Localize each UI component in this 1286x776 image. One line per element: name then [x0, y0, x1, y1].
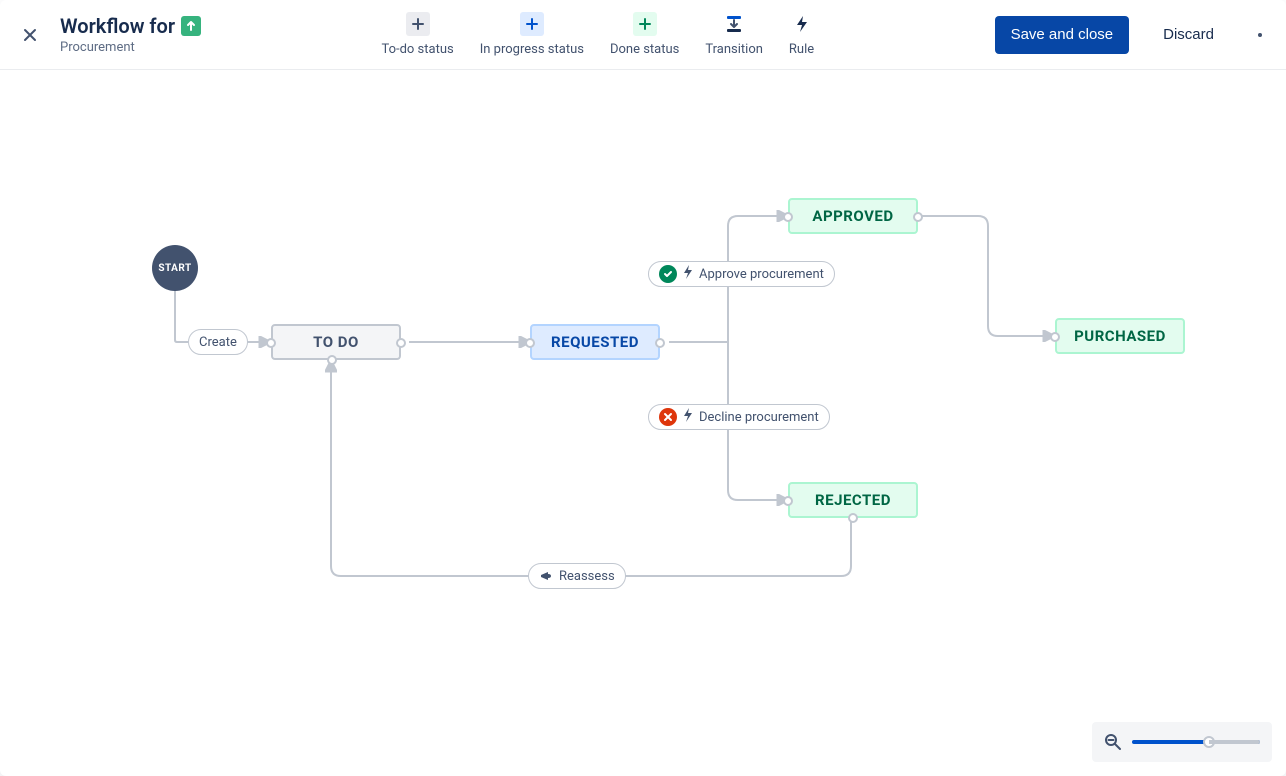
port-icon — [848, 513, 858, 523]
more-menu[interactable] — [1248, 23, 1272, 47]
port-icon — [525, 338, 535, 348]
port-icon — [327, 355, 337, 365]
port-icon — [913, 212, 923, 222]
megaphone-icon — [539, 569, 553, 583]
save-button[interactable]: Save and close — [995, 16, 1130, 54]
status-purchased-label: PURCHASED — [1074, 327, 1166, 345]
page-subtitle: Procurement — [60, 40, 201, 55]
lightning-icon — [683, 265, 693, 283]
dot-icon — [1258, 33, 1262, 37]
zoom-out-icon[interactable] — [1104, 733, 1122, 751]
port-icon — [783, 496, 793, 506]
status-rejected[interactable]: REJECTED — [788, 482, 918, 518]
zoom-control — [1092, 722, 1272, 762]
transition-reassess[interactable]: Reassess — [528, 563, 626, 589]
transition-decline[interactable]: Decline procurement — [648, 404, 830, 430]
page-title: Workflow for — [60, 14, 175, 38]
transition-approve[interactable]: Approve procurement — [648, 261, 835, 287]
add-rule-label: Rule — [789, 42, 814, 57]
add-rule[interactable]: Rule — [789, 12, 814, 57]
transition-icon — [722, 12, 746, 36]
transition-create[interactable]: Create — [188, 329, 248, 355]
status-requested-label: REQUESTED — [551, 333, 639, 351]
success-circle-icon — [659, 265, 677, 283]
close-icon — [22, 27, 38, 43]
start-node[interactable]: START — [152, 245, 198, 291]
discard-button[interactable]: Discard — [1147, 16, 1230, 54]
editor-toolbar: To-do status In progress status Done sta… — [201, 12, 995, 57]
status-requested[interactable]: REQUESTED — [530, 324, 660, 360]
editor-header: Workflow for Procurement To-do status In… — [0, 0, 1286, 70]
add-done-label: Done status — [610, 42, 679, 57]
add-transition-label: Transition — [705, 42, 763, 57]
add-todo-label: To-do status — [381, 42, 453, 57]
plus-icon — [633, 12, 657, 36]
port-icon — [396, 338, 406, 348]
workflow-canvas[interactable]: START Create TO DO REQUESTED APPROVED RE… — [0, 70, 1286, 776]
zoom-slider[interactable] — [1132, 740, 1260, 744]
add-inprogress-status[interactable]: In progress status — [480, 12, 584, 57]
port-icon — [1050, 332, 1060, 342]
add-inprogress-label: In progress status — [480, 42, 584, 57]
status-purchased[interactable]: PURCHASED — [1055, 318, 1185, 354]
status-approved-label: APPROVED — [812, 207, 893, 225]
status-todo[interactable]: TO DO — [271, 324, 401, 360]
workflow-edges — [0, 70, 1286, 776]
close-button[interactable] — [14, 19, 46, 51]
port-icon — [783, 212, 793, 222]
start-node-label: START — [158, 263, 191, 274]
port-icon — [655, 338, 665, 348]
lightning-icon — [683, 408, 693, 426]
status-rejected-label: REJECTED — [815, 491, 891, 509]
error-circle-icon — [659, 408, 677, 426]
transition-approve-label: Approve procurement — [699, 267, 824, 282]
status-approved[interactable]: APPROVED — [788, 198, 918, 234]
workflow-type-icon — [181, 16, 201, 36]
lightning-icon — [790, 12, 814, 36]
transition-create-label: Create — [199, 335, 237, 350]
zoom-slider-thumb[interactable] — [1203, 736, 1215, 748]
add-transition[interactable]: Transition — [705, 12, 763, 57]
status-todo-label: TO DO — [313, 333, 359, 351]
plus-icon — [406, 12, 430, 36]
add-done-status[interactable]: Done status — [610, 12, 679, 57]
transition-decline-label: Decline procurement — [699, 410, 819, 425]
port-icon — [266, 338, 276, 348]
plus-icon — [520, 12, 544, 36]
add-todo-status[interactable]: To-do status — [381, 12, 453, 57]
transition-reassess-label: Reassess — [559, 569, 615, 584]
